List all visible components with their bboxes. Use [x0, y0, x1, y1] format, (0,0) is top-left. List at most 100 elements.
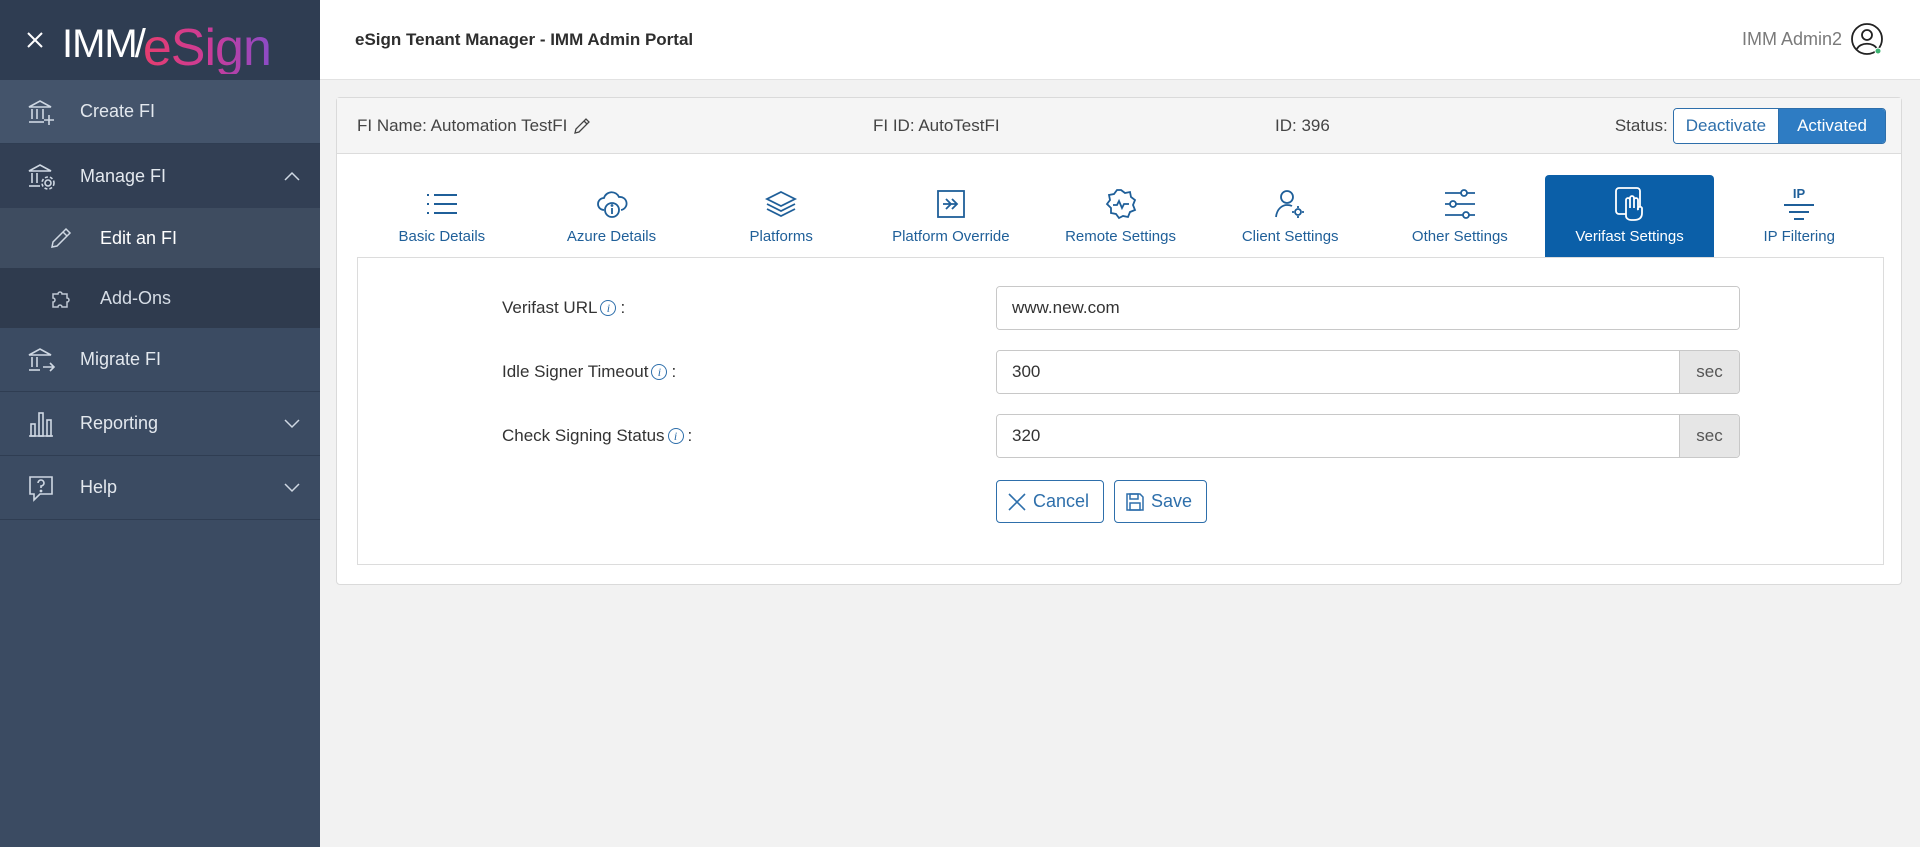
idle-timeout-row: Idle Signer Timeout i : sec	[358, 350, 1883, 394]
verifast-url-input[interactable]	[997, 287, 1739, 329]
pencil-icon	[48, 225, 74, 251]
check-status-row: Check Signing Status i : sec	[358, 414, 1883, 458]
tab-platform-override[interactable]: Platform Override	[866, 175, 1036, 257]
status-toggle: Deactivate Activated	[1672, 108, 1886, 144]
chevron-down-icon	[284, 480, 300, 496]
tab-label: Basic Details	[398, 228, 486, 245]
sidebar-item-help[interactable]: Help	[0, 456, 320, 520]
user-avatar-icon	[1850, 22, 1884, 56]
tab-remote-settings[interactable]: Remote Settings	[1036, 175, 1206, 257]
user-menu[interactable]: IMM Admin2	[1742, 22, 1884, 56]
bank-plus-icon	[26, 97, 56, 127]
verifast-url-field	[996, 286, 1740, 330]
deactivate-button[interactable]: Deactivate	[1673, 109, 1780, 143]
idle-timeout-input[interactable]	[997, 351, 1679, 393]
ip-filter-icon: IP	[1782, 186, 1816, 222]
record-id: ID: 396	[1275, 116, 1330, 135]
help-bubble-icon	[26, 473, 56, 503]
save-label: Save	[1151, 491, 1193, 511]
idle-timeout-field: sec	[996, 350, 1740, 394]
tab-verifast-settings[interactable]: Verifast Settings	[1544, 175, 1715, 257]
fi-card: FI Name: Automation TestFI FI ID: AutoTe…	[336, 97, 1902, 585]
sidebar-item-add-ons[interactable]: Add-Ons	[0, 268, 320, 328]
bank-gear-icon	[26, 161, 56, 191]
sidebar-item-migrate-fi[interactable]: Migrate FI	[0, 328, 320, 392]
status-control: Status: Deactivate Activated	[1615, 108, 1886, 144]
user-gear-icon	[1273, 186, 1307, 222]
tab-label: Platforms	[749, 228, 813, 245]
top-bar: eSign Tenant Manager - IMM Admin Portal …	[320, 0, 1920, 80]
save-icon	[1126, 492, 1144, 511]
tab-label: Azure Details	[566, 228, 657, 245]
sidebar-item-manage-fi[interactable]: Manage FI	[0, 144, 320, 208]
check-status-input[interactable]	[997, 415, 1679, 457]
sidebar: IMM / eSign Create FI Manage FI Edit an …	[0, 0, 320, 847]
bar-chart-icon	[26, 409, 56, 439]
cloud-info-icon	[595, 186, 629, 222]
sidebar-item-label: Help	[80, 477, 118, 497]
idle-timeout-label: Idle Signer Timeout i :	[502, 362, 676, 382]
chevron-down-icon	[284, 416, 300, 432]
sidebar-item-edit-fi[interactable]: Edit an FI	[0, 208, 320, 268]
tab-platforms[interactable]: Platforms	[696, 175, 866, 257]
fi-id: FI ID: AutoTestFI	[873, 116, 1000, 135]
sidebar-item-label: Manage FI	[80, 165, 167, 186]
sidebar-item-label: Add-Ons	[100, 287, 172, 308]
bank-arrow-icon	[26, 345, 56, 375]
unit-addon: sec	[1679, 415, 1739, 457]
label-colon: :	[620, 298, 626, 317]
unit-addon: sec	[1679, 351, 1739, 393]
tab-basic-details[interactable]: Basic Details	[357, 175, 527, 257]
tab-ip-filtering[interactable]: IP IP Filtering	[1714, 175, 1884, 257]
check-status-label: Check Signing Status i :	[502, 426, 692, 446]
sliders-icon	[1443, 186, 1477, 222]
sidebar-item-label: Migrate FI	[80, 349, 162, 369]
check-status-field: sec	[996, 414, 1740, 458]
form-actions: Cancel Save	[996, 480, 1217, 523]
sidebar-item-create-fi[interactable]: Create FI	[0, 80, 320, 144]
field-label: Verifast URL	[502, 298, 598, 317]
close-icon	[1008, 492, 1026, 511]
tab-client-settings[interactable]: Client Settings	[1205, 175, 1375, 257]
activated-button[interactable]: Activated	[1779, 109, 1885, 143]
sidebar-item-label: Reporting	[80, 413, 159, 433]
settings-tabs: Basic Details Azure Details Platforms Pl…	[357, 175, 1884, 257]
cancel-label: Cancel	[1033, 491, 1090, 511]
tab-other-settings[interactable]: Other Settings	[1375, 175, 1545, 257]
tab-label: IP Filtering	[1763, 228, 1835, 245]
sidebar-item-reporting[interactable]: Reporting	[0, 392, 320, 456]
tab-label: Other Settings	[1411, 228, 1508, 245]
field-label: Check Signing Status	[502, 426, 665, 445]
arrow-into-box-icon	[935, 186, 967, 222]
fi-name-text: FI Name: Automation TestFI	[357, 116, 568, 135]
fi-info-bar: FI Name: Automation TestFI FI ID: AutoTe…	[337, 98, 1901, 154]
brand-logo: IMM / eSign	[62, 12, 272, 74]
tab-label: Verifast Settings	[1575, 228, 1684, 245]
info-icon[interactable]: i	[667, 428, 684, 444]
badge-gear-icon	[1104, 186, 1138, 222]
user-name: IMM Admin2	[1741, 28, 1842, 49]
cancel-button[interactable]: Cancel	[996, 480, 1105, 523]
field-label: Idle Signer Timeout	[502, 362, 649, 381]
sidebar-header: IMM / eSign	[0, 0, 320, 80]
verifast-url-row: Verifast URL i :	[358, 286, 1883, 330]
layers-icon	[764, 186, 798, 222]
label-colon: :	[687, 426, 693, 445]
verifast-url-label: Verifast URL i :	[502, 298, 625, 318]
edit-pencil-icon[interactable]	[573, 117, 591, 135]
close-icon[interactable]	[22, 27, 48, 53]
tab-label: Client Settings	[1241, 228, 1339, 245]
tab-azure-details[interactable]: Azure Details	[527, 175, 697, 257]
chevron-up-icon	[284, 168, 300, 184]
save-button[interactable]: Save	[1114, 480, 1208, 523]
info-icon[interactable]: i	[600, 300, 617, 316]
label-colon: :	[671, 362, 677, 381]
status-label: Status:	[1614, 116, 1668, 135]
verifast-settings-form: Verifast URL i : Idle Signer Timeout i :…	[357, 257, 1884, 565]
hand-touch-icon	[1613, 186, 1647, 222]
info-icon[interactable]: i	[651, 364, 668, 380]
puzzle-icon	[48, 285, 74, 311]
logo-esign-text: eSign	[142, 19, 272, 77]
list-icon	[425, 186, 459, 222]
fi-name: FI Name: Automation TestFI	[357, 116, 591, 136]
